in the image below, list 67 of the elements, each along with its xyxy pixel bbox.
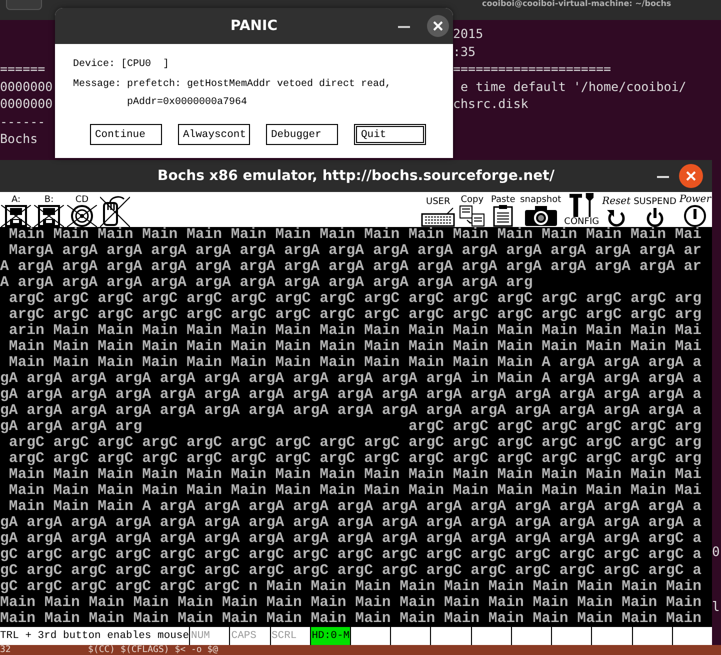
terminal-text: 0000000 <box>0 95 53 112</box>
console-line: gA argA argA argA argA argA argA argA argA argA argA in Main A argA argA argA a <box>0 371 702 387</box>
toolbar-button[interactable]: Power <box>678 192 712 227</box>
dialog-button[interactable]: Debugger <box>266 124 338 145</box>
terminal-text: e time default '/home/cooiboi/ <box>460 78 686 95</box>
status-message: TRL + 3rd button enables mouse <box>0 629 190 644</box>
console-line: Main Main Main Main Main Main Main Main Main Main Main Main Main Main Main Mai <box>8 339 702 355</box>
console-line: gA argA argA argA argA argA argA argA argA argA argA argA argA argA argA argA a <box>0 515 702 531</box>
console-line: gA argA argA arg argC argC argC argC argC argC arg <box>0 419 702 435</box>
console-line: gA argA argA argA argA argA argA argA argA argA argA argA argA argA argA argC a <box>0 531 702 547</box>
terminal-text: l <box>712 600 721 615</box>
message-text: pAddr=0x0000000a7964 <box>127 96 248 110</box>
terminal-text: :35 <box>453 42 476 60</box>
terminal-text: 2015 <box>453 25 484 42</box>
console-line: argC argC argC argC argC argC argC argC argC argC argC argC argC argC argC arg <box>8 307 702 323</box>
console-line: Main Main Main Main Main Main Main Main Main Main Main Main Main Main Main Mai <box>8 483 702 499</box>
terminal-text: ------ <box>0 112 46 130</box>
field-label: Device: <box>73 58 116 72</box>
console-line: argC argC argC argC argC argC argC argC argC argC argC argC argC argC argC arg <box>8 291 702 307</box>
console-line: Main Main Main Main Main Main Main Main Main Main Main Main Main Main Main Main <box>0 611 702 627</box>
toolbar-button[interactable]: Paste <box>488 192 518 227</box>
console-line: gA argA argA argA argA argA argA argA argA argA argA argA argA argA argA argA a <box>0 387 702 403</box>
minimize-icon[interactable] <box>398 26 410 29</box>
toolbar-button[interactable]: Reset <box>601 192 632 227</box>
console-line: argC argC argC argC argC argC argC argC argC argC argC argC argC argC argC arg <box>8 451 702 467</box>
console-line: MargA argA argA argA argA argA argA argA argA argA argA argA argA argA argA ar <box>8 243 702 259</box>
terminal-text: chsrc.disk <box>453 95 528 112</box>
terminal-text: $(CC) $(CFLAGS) $< -o $@ <box>88 645 218 655</box>
toolbar-button[interactable]: CONFIG <box>563 192 600 227</box>
toolbar-button[interactable]: SUSPEND <box>632 192 678 227</box>
line-number: 32 <box>0 645 12 655</box>
console-line: A argA argA argA argA argA argA argA argA argA argA argA argA argA argA argA ar <box>0 259 702 275</box>
terminal-text: ===================== <box>453 60 612 78</box>
console-line: gC argC argC argC argC argC n Main Main Main Main Main Main Main Main Main Main <box>0 579 702 595</box>
status-indicator: NUM <box>189 627 230 645</box>
field-value: [CPU0 ] <box>121 58 170 72</box>
window-title: Bochs x86 emulator, http://bochs.sourceforge.net/ <box>158 168 554 184</box>
dialog-title: PANIC <box>230 18 278 34</box>
toolbar-button[interactable]: snapshot <box>519 192 562 227</box>
window-title: cooiboi@cooiboi-virtual-machine: ~/bochs <box>482 0 672 8</box>
status-indicator: CAPS <box>229 627 270 645</box>
toolbar-button[interactable]: USER <box>420 192 456 227</box>
status-indicator: HD:0-M <box>310 627 350 645</box>
toolbar-button[interactable]: Copy <box>457 192 488 227</box>
console-line: Main Main Main Main Main Main Main Main Main Main Main Main Main Main Main Mai <box>8 227 702 243</box>
dialog-button[interactable]: Alwayscont <box>178 124 250 145</box>
console-line: Main Main Main A argA argA argA argA argA argA argA argA argA argA argA argA a <box>8 499 702 515</box>
console-line: A argA argA argA argA argA argA argA argA argA argA argA arg <box>0 275 534 291</box>
close-icon[interactable] <box>427 15 449 37</box>
dialog-button[interactable]: Continue <box>90 124 162 145</box>
field-label: Message: <box>73 78 122 92</box>
console-line: gA argA argA argA argA argA argA argA argA argA argA argA argA argA argA argA a <box>0 403 702 419</box>
console-line: gC argC argC argC argC argC argC argC argC argC argC argC argC argC argC argC a <box>0 563 702 579</box>
terminal-text: Bochs <box>0 130 38 148</box>
console-line: arin Main Main Main Main Main Main Main Main Main Main Main Main Main Main Mai <box>8 323 702 339</box>
message-text: prefetch: getHostMemAddr vetoed direct read, <box>127 78 392 92</box>
dialog-button[interactable]: Quit <box>354 124 426 145</box>
terminal-text: ====== <box>0 60 46 78</box>
terminal-text: 0 <box>712 545 721 560</box>
terminal-text: 0000000 <box>0 78 53 95</box>
console-line: gC argC argC argC argC argC argC argC argC argC argC argC argC argC argC argC a <box>0 547 702 563</box>
console-line: Main Main Main Main Main Main Main Main Main Main Main Main A argA argA argA a <box>8 355 702 371</box>
console-line: argC argC argC argC argC argC argC argC argC argC argC argC argC argC argC arg <box>8 435 702 451</box>
console-line: Main Main Main Main Main Main Main Main Main Main Main Main Main Main Main Main <box>0 595 702 611</box>
close-icon[interactable] <box>679 164 703 188</box>
minimize-icon[interactable] <box>656 175 670 179</box>
console-line: Main Main Main Main Main Main Main Main Main Main Main Main Main Main Main Mai <box>8 467 702 483</box>
